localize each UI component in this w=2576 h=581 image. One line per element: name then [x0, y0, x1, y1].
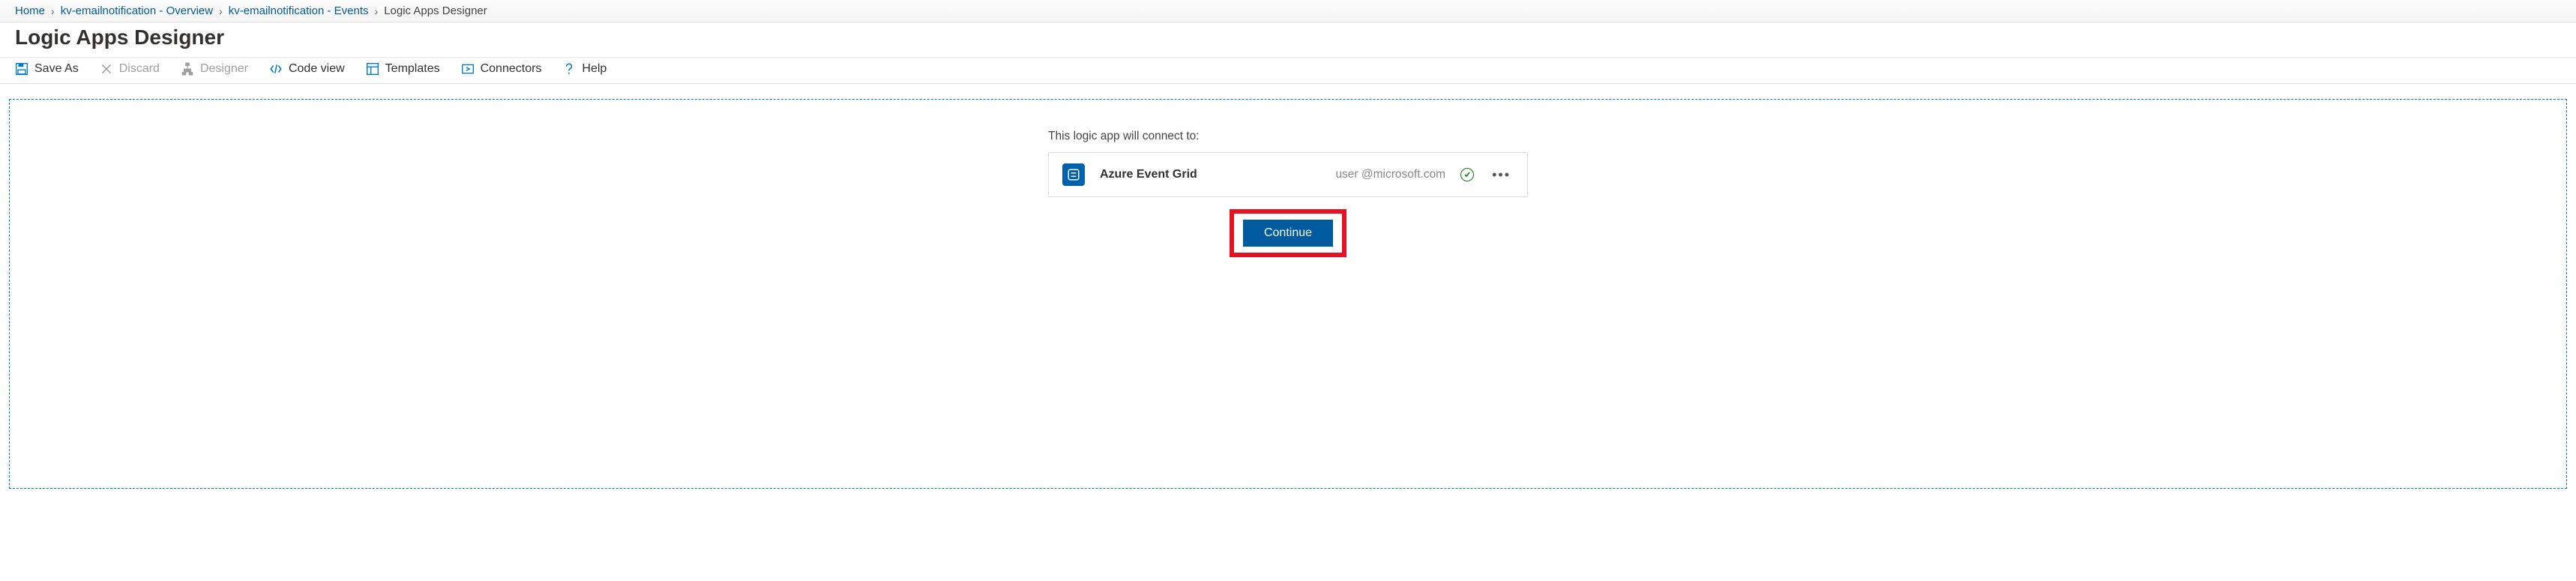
connection-row: Azure Event Grid user @microsoft.com •••	[1048, 152, 1528, 197]
code-view-button[interactable]: Code view	[269, 62, 345, 76]
toolbar: Save As Discard Designer Code view	[0, 57, 2576, 84]
azure-event-grid-icon	[1062, 163, 1085, 186]
templates-button[interactable]: Templates	[366, 62, 440, 76]
close-icon	[100, 62, 113, 76]
help-icon	[562, 62, 576, 76]
save-as-label: Save As	[34, 62, 79, 76]
flow-icon	[181, 62, 194, 76]
designer-canvas: This logic app will connect to: Azure Ev…	[9, 99, 2567, 489]
chevron-right-icon: ›	[375, 5, 379, 17]
breadcrumb-kv-overview[interactable]: kv-emailnotification - Overview	[61, 4, 213, 17]
page-title: Logic Apps Designer	[0, 22, 2576, 57]
chevron-right-icon: ›	[219, 5, 223, 17]
connectors-label: Connectors	[481, 62, 542, 76]
more-options-button[interactable]: •••	[1489, 167, 1514, 183]
annotation-highlight: Continue	[1230, 209, 1346, 257]
check-circle-icon	[1460, 168, 1474, 181]
continue-button[interactable]: Continue	[1243, 220, 1333, 247]
connectors-icon	[461, 62, 475, 76]
templates-label: Templates	[385, 62, 440, 76]
connectors-button[interactable]: Connectors	[461, 62, 542, 76]
continue-wrap: Continue	[1048, 209, 1528, 257]
help-button[interactable]: Help	[562, 62, 607, 76]
connection-block: This logic app will connect to: Azure Ev…	[1048, 130, 1528, 257]
breadcrumb-current: Logic Apps Designer	[384, 4, 487, 17]
save-icon	[15, 62, 28, 76]
breadcrumb: Home › kv-emailnotification - Overview ›…	[0, 0, 2576, 22]
breadcrumb-kv-events[interactable]: kv-emailnotification - Events	[229, 4, 369, 17]
breadcrumb-home[interactable]: Home	[15, 4, 45, 17]
discard-label: Discard	[119, 62, 160, 76]
designer-button[interactable]: Designer	[181, 62, 248, 76]
code-icon	[269, 62, 283, 76]
save-as-button[interactable]: Save As	[15, 62, 79, 76]
designer-label: Designer	[200, 62, 248, 76]
chevron-right-icon: ›	[51, 5, 55, 17]
help-label: Help	[582, 62, 607, 76]
connection-service-name: Azure Event Grid	[1100, 168, 1197, 181]
code-view-label: Code view	[289, 62, 345, 76]
connection-account: user @microsoft.com	[1335, 168, 1445, 181]
discard-button[interactable]: Discard	[100, 62, 160, 76]
templates-icon	[366, 62, 379, 76]
connect-to-label: This logic app will connect to:	[1048, 130, 1528, 143]
